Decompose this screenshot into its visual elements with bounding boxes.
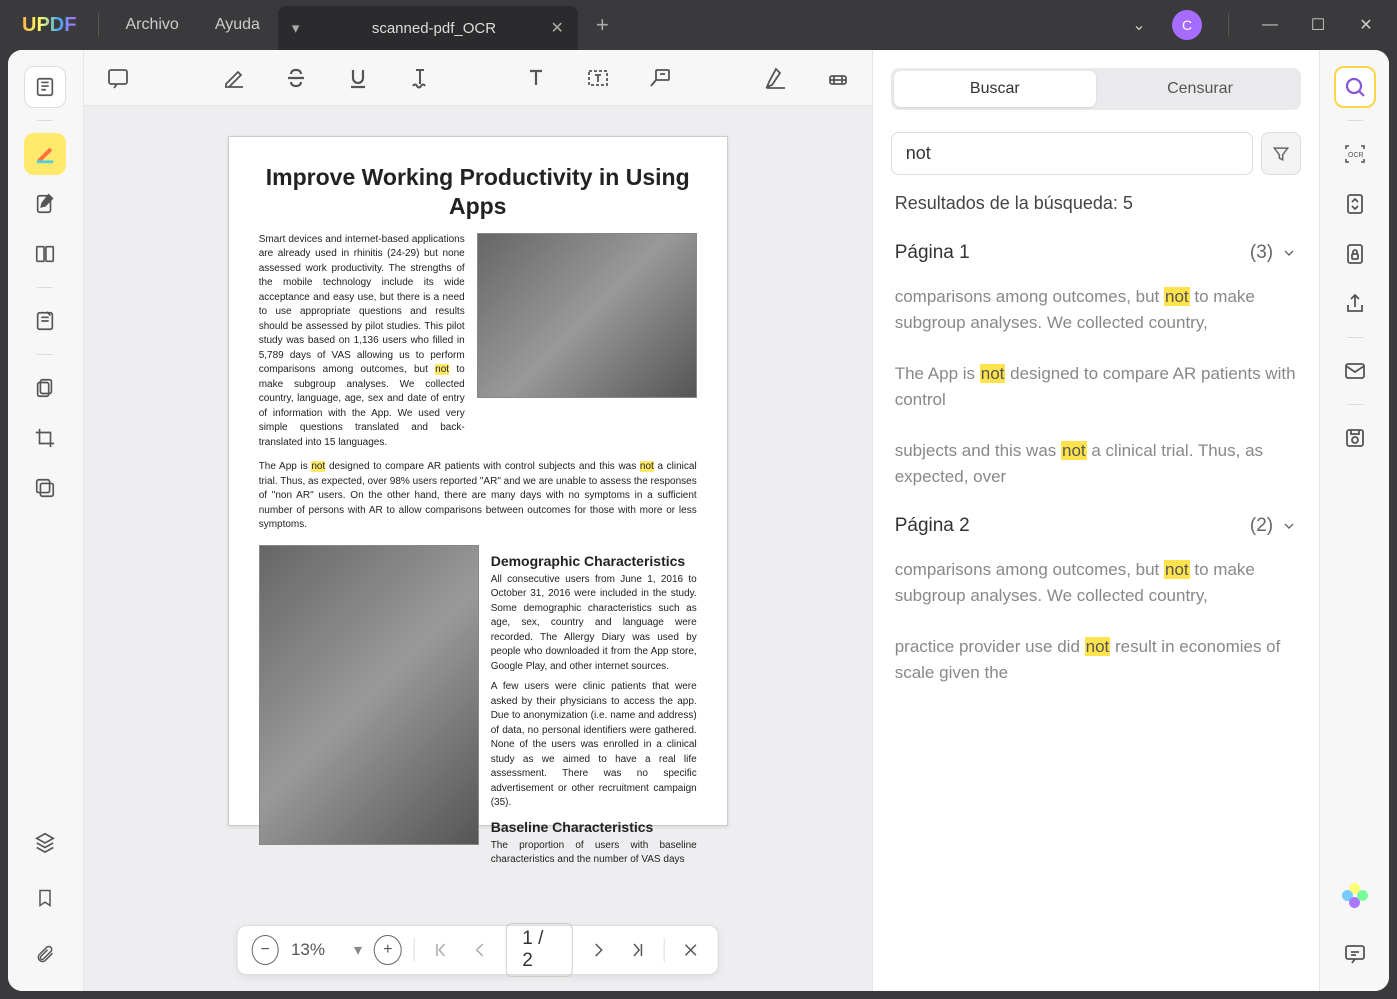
search-panel: Buscar Censurar Resultados de la búsqued… — [872, 50, 1319, 991]
zoom-out-button[interactable]: − — [251, 935, 279, 965]
chevron-down-icon — [1281, 245, 1297, 261]
zoom-in-button[interactable]: + — [374, 935, 402, 965]
edit-tool-button[interactable] — [24, 183, 66, 225]
search-mode-segmented: Buscar Censurar — [891, 68, 1301, 110]
divider — [1228, 13, 1229, 37]
copy-tool-button[interactable] — [24, 367, 66, 409]
right-sidebar: OCR — [1319, 50, 1389, 991]
squiggly-tool[interactable] — [406, 64, 434, 92]
compare-tool-button[interactable] — [24, 467, 66, 509]
save-button[interactable] — [1334, 417, 1376, 459]
maximize-button[interactable]: ☐ — [1303, 15, 1333, 35]
protect-button[interactable] — [1334, 233, 1376, 275]
document-tab[interactable]: ▾ scanned-pdf_OCR ✕ — [278, 6, 578, 50]
menu-ayuda[interactable]: Ayuda — [197, 8, 278, 42]
comment-tool[interactable] — [104, 64, 132, 92]
callout-tool[interactable] — [646, 64, 674, 92]
bookmark-button[interactable] — [24, 877, 66, 919]
workspace: Improve Working Productivity in Using Ap… — [8, 50, 1389, 991]
form-tool-button[interactable] — [24, 300, 66, 342]
underline-tool[interactable] — [344, 64, 372, 92]
close-nav-button[interactable] — [677, 935, 704, 965]
page-navigation-bar: − 13% ▾ + 1 / 2 — [236, 925, 719, 975]
reader-mode-button[interactable] — [24, 66, 66, 108]
share-button[interactable] — [1334, 283, 1376, 325]
layers-button[interactable] — [24, 821, 66, 863]
page-indicator[interactable]: 1 / 2 — [505, 923, 573, 977]
annotation-toolbar — [84, 50, 872, 106]
search-result[interactable]: subjects and this was not a clinical tri… — [891, 428, 1301, 505]
tab-close-icon[interactable]: ✕ — [550, 18, 563, 38]
result-page-1-header[interactable]: Página 1 (3) — [891, 232, 1301, 274]
pencil-tool[interactable] — [762, 64, 790, 92]
zoom-value[interactable]: 13% — [291, 940, 342, 960]
next-page-button[interactable] — [585, 935, 612, 965]
eraser-tool[interactable] — [824, 64, 852, 92]
tab-dropdown-icon[interactable]: ▾ — [292, 19, 300, 37]
minimize-button[interactable]: — — [1255, 16, 1285, 34]
pdf-page: Improve Working Productivity in Using Ap… — [228, 136, 728, 826]
first-page-button[interactable] — [427, 935, 454, 965]
document-viewport: Improve Working Productivity in Using Ap… — [84, 50, 872, 991]
titlebar: UPDF Archivo Ayuda ▾ scanned-pdf_OCR ✕ +… — [0, 0, 1397, 50]
search-result[interactable]: comparisons among outcomes, but not to m… — [891, 547, 1301, 624]
last-page-button[interactable] — [624, 935, 651, 965]
left-sidebar — [8, 50, 84, 991]
ai-assistant-button[interactable] — [1334, 875, 1376, 917]
email-button[interactable] — [1334, 350, 1376, 392]
pages-tool-button[interactable] — [24, 233, 66, 275]
prev-page-button[interactable] — [466, 935, 493, 965]
search-result[interactable]: comparisons among outcomes, but not to m… — [891, 274, 1301, 351]
result-page-2-header[interactable]: Página 2 (2) — [891, 505, 1301, 547]
results-count: Resultados de la búsqueda: 5 — [891, 193, 1301, 214]
page-canvas[interactable]: Improve Working Productivity in Using Ap… — [84, 106, 872, 991]
chevron-down-icon — [1281, 518, 1297, 534]
textbox-tool[interactable] — [584, 64, 612, 92]
tab-buscar[interactable]: Buscar — [894, 71, 1096, 107]
search-input[interactable] — [891, 132, 1253, 175]
filter-button[interactable] — [1261, 132, 1301, 175]
dropdown-icon[interactable]: ⌄ — [1124, 15, 1154, 35]
search-toggle-button[interactable] — [1334, 66, 1376, 108]
strikethrough-tool[interactable] — [282, 64, 310, 92]
menu-archivo[interactable]: Archivo — [107, 8, 196, 42]
doc-title: Improve Working Productivity in Using Ap… — [259, 163, 697, 221]
text-tool[interactable] — [522, 64, 550, 92]
tab-censurar[interactable]: Censurar — [1099, 68, 1301, 110]
svg-text:OCR: OCR — [1348, 152, 1364, 159]
convert-button[interactable] — [1334, 183, 1376, 225]
divider — [98, 13, 99, 37]
user-avatar[interactable]: C — [1172, 10, 1202, 40]
new-tab-button[interactable]: + — [596, 12, 609, 38]
search-result[interactable]: The App is not designed to compare AR pa… — [891, 351, 1301, 428]
search-result[interactable]: practice provider use did not result in … — [891, 624, 1301, 701]
attachment-button[interactable] — [24, 933, 66, 975]
close-button[interactable]: ✕ — [1351, 15, 1381, 35]
tab-title: scanned-pdf_OCR — [317, 20, 550, 37]
highlighter-tool[interactable] — [220, 64, 248, 92]
app-logo: UPDF — [22, 14, 76, 37]
doc-image-1 — [477, 233, 697, 398]
highlight-tool-button[interactable] — [24, 133, 66, 175]
crop-tool-button[interactable] — [24, 417, 66, 459]
ocr-button[interactable]: OCR — [1334, 133, 1376, 175]
doc-image-2 — [259, 545, 479, 845]
zoom-dropdown-icon[interactable]: ▾ — [354, 940, 362, 960]
chat-button[interactable] — [1334, 933, 1376, 975]
